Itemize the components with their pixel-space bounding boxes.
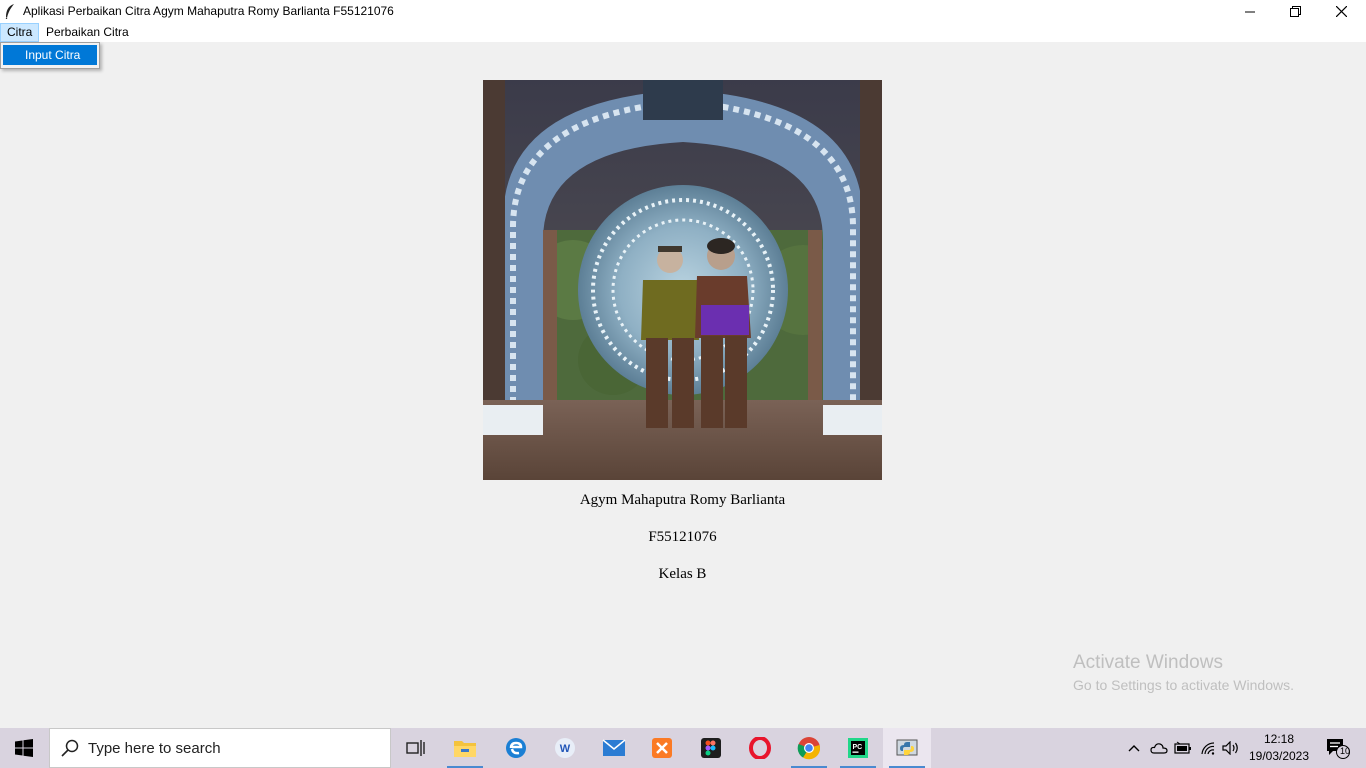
- window-title: Aplikasi Perbaikan Citra Agym Mahaputra …: [23, 4, 394, 18]
- figma-icon: [701, 738, 721, 758]
- search-icon: [61, 739, 79, 757]
- photo-image: [483, 80, 882, 480]
- start-button[interactable]: [0, 728, 48, 768]
- pycharm-icon: PC: [848, 738, 868, 758]
- python-tkinter-icon: [896, 739, 918, 756]
- citra-dropdown-menu: Input Citra: [0, 42, 100, 69]
- feather-app-icon: [5, 4, 14, 19]
- minimize-button[interactable]: [1227, 0, 1273, 23]
- onedrive-icon: [1150, 743, 1168, 754]
- chevron-up-icon: [1128, 745, 1140, 752]
- battery-tray[interactable]: [1172, 728, 1194, 768]
- mail-button[interactable]: [590, 728, 638, 768]
- task-view-button[interactable]: [392, 728, 440, 768]
- menu-perbaikan-citra[interactable]: Perbaikan Citra: [40, 23, 135, 42]
- restore-button[interactable]: [1272, 0, 1318, 23]
- svg-text:W: W: [560, 743, 571, 755]
- student-photo: [483, 80, 882, 480]
- xampp-button[interactable]: [638, 728, 686, 768]
- close-button[interactable]: [1318, 0, 1364, 23]
- chrome-icon: [797, 737, 821, 760]
- show-hidden-icons-button[interactable]: [1124, 728, 1144, 768]
- volume-icon: [1222, 741, 1238, 755]
- wps-button[interactable]: W: [541, 728, 589, 768]
- student-id: F55121076: [648, 529, 717, 545]
- wifi-icon: [1201, 742, 1215, 755]
- python-tkinter-button[interactable]: [883, 728, 931, 768]
- close-icon: [1335, 6, 1347, 17]
- menu-citra[interactable]: Citra: [0, 23, 39, 42]
- search-placeholder: Type here to search: [88, 740, 221, 757]
- chrome-button[interactable]: [785, 728, 833, 768]
- taskbar-search-box[interactable]: Type here to search: [49, 728, 391, 768]
- minimize-icon: [1245, 11, 1255, 12]
- edge-icon: [506, 738, 526, 758]
- window-titlebar[interactable]: Aplikasi Perbaikan Citra Agym Mahaputra …: [0, 0, 1366, 23]
- wps-icon: W: [555, 738, 575, 758]
- taskbar: Type here to search W PC 12:18 19/03/202…: [0, 728, 1366, 768]
- menubar: Citra Perbaikan Citra: [0, 23, 1366, 42]
- battery-icon: [1174, 741, 1191, 754]
- file-explorer-button[interactable]: [441, 728, 489, 768]
- activate-windows-subtitle: Go to Settings to activate Windows.: [1073, 677, 1294, 693]
- windows-logo-icon: [15, 739, 33, 757]
- taskbar-clock[interactable]: 12:18 19/03/2023: [1244, 731, 1314, 765]
- figma-button[interactable]: [687, 728, 735, 768]
- opera-button[interactable]: [736, 728, 784, 768]
- clock-time: 12:18: [1263, 732, 1295, 746]
- action-center-button[interactable]: 10: [1318, 728, 1358, 768]
- network-tray[interactable]: [1197, 728, 1219, 768]
- restore-icon: [1289, 6, 1301, 17]
- mail-icon: [602, 739, 626, 756]
- menu-item-input-citra[interactable]: Input Citra: [3, 45, 97, 65]
- student-name: Agym Mahaputra Romy Barlianta: [579, 492, 786, 508]
- file-explorer-icon: [454, 741, 476, 757]
- pycharm-button[interactable]: PC: [834, 728, 882, 768]
- menu-item-input-citra-label: Input Citra: [25, 48, 81, 62]
- opera-icon: [749, 737, 771, 759]
- activate-windows-title: Activate Windows: [1073, 652, 1223, 673]
- task-view-icon: [406, 740, 425, 756]
- student-class: Kelas B: [658, 566, 707, 582]
- clock-date: 19/03/2023: [1248, 749, 1310, 763]
- svg-text:PC: PC: [853, 744, 863, 751]
- volume-tray[interactable]: [1220, 728, 1242, 768]
- xampp-icon: [652, 738, 672, 758]
- notification-count: 10: [1340, 746, 1351, 756]
- onedrive-tray[interactable]: [1148, 728, 1170, 768]
- edge-button[interactable]: [492, 728, 540, 768]
